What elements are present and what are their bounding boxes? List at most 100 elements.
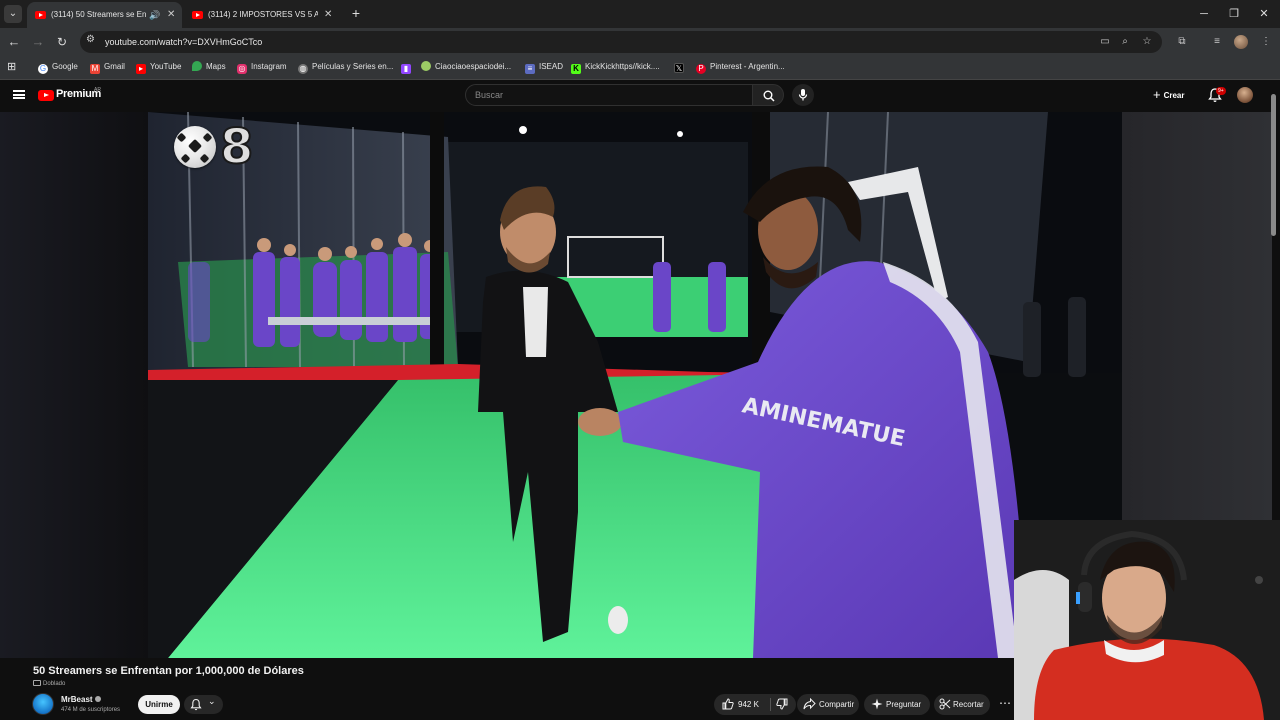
back-button[interactable]: ← <box>6 34 22 50</box>
share-label: Compartir <box>819 700 855 709</box>
tab-close-icon[interactable]: ✕ <box>167 2 175 28</box>
notifications-badge: 9+ <box>1216 87 1226 95</box>
verified-icon <box>94 696 101 702</box>
share-icon <box>803 698 816 710</box>
like-dislike-group: 942 K <box>714 694 796 715</box>
bookmarks-bar: ⊞ G Google M Gmail ▸ YouTube Maps ◎ Instagra… <box>0 56 1280 80</box>
install-app-icon[interactable]: ▭ <box>1097 34 1113 50</box>
gmail-icon: M <box>90 64 100 74</box>
google-icon: G <box>38 64 48 74</box>
join-button[interactable]: Unirme <box>138 695 180 714</box>
user-avatar[interactable] <box>1237 87 1253 103</box>
tab-title: (3114) 50 Streamers se Enfrentan por 1,0… <box>51 10 146 19</box>
create-button[interactable]: + Crear <box>1153 85 1197 105</box>
bookmark-instagram[interactable]: ◎ Instagram <box>237 56 287 78</box>
url-text: youtube.com/watch?v=DXVHmGoCTco <box>105 37 263 47</box>
video-title: 50 Streamers se Enfrentan por 1,000,000 … <box>33 665 304 677</box>
scissors-icon <box>939 698 951 710</box>
menu-hamburger-icon[interactable] <box>13 90 25 99</box>
youtube-favicon-icon <box>192 11 203 19</box>
tab-active[interactable]: (3114) 50 Streamers se Enfrentan por 1,0… <box>27 2 182 28</box>
reload-button[interactable]: ↻ <box>54 34 70 50</box>
dubbed-icon <box>33 680 41 686</box>
voice-search-button[interactable] <box>792 84 814 106</box>
theater-ambient-right <box>1122 112 1272 520</box>
clip-label: Recortar <box>953 700 984 709</box>
twitch-icon: ▮ <box>401 64 411 74</box>
page-scrollbar[interactable] <box>1271 94 1276 236</box>
ask-button[interactable]: Preguntar <box>864 694 930 715</box>
instagram-icon: ◎ <box>237 64 247 74</box>
tab-inactive[interactable]: (3114) 2 IMPOSTORES VS 5 ADIVINADORES ✕ <box>184 2 339 28</box>
site-icon <box>421 61 431 71</box>
theater-ambient-left <box>0 112 148 658</box>
more-actions-icon[interactable]: ⋯ <box>996 694 1014 715</box>
youtube-logo-icon[interactable] <box>38 90 54 101</box>
browser-tab-strip: ⌄ (3114) 50 Streamers se Enfrentan por 1… <box>0 0 1280 28</box>
tab-search-menu-icon[interactable]: ⌄ <box>4 5 22 23</box>
clip-button[interactable]: Recortar <box>934 694 990 715</box>
like-count[interactable]: 942 K <box>738 694 759 715</box>
search-placeholder: Buscar <box>475 90 504 100</box>
tab-title: (3114) 2 IMPOSTORES VS 5 ADIVINADORES <box>208 10 318 19</box>
sparkle-icon <box>871 698 883 710</box>
search-icon <box>763 90 775 102</box>
extensions-icon[interactable]: ⧉ <box>1174 34 1190 50</box>
youtube-favicon-icon <box>35 11 46 19</box>
bookmark-isead[interactable]: ≡ ISEAD <box>525 56 563 78</box>
isead-icon: ≡ <box>525 64 535 74</box>
x-icon: 𝕏 <box>674 63 684 73</box>
like-divider <box>770 698 771 711</box>
zoom-icon[interactable]: ⌕ <box>1117 34 1133 50</box>
subscriber-count: 474 M de suscriptores <box>61 707 121 713</box>
globe-icon: ◍ <box>298 64 308 74</box>
bookmark-twitch[interactable]: ▮ <box>401 56 415 78</box>
apps-grid-icon[interactable]: ⊞ <box>7 56 16 78</box>
browser-menu-icon[interactable]: ⋮ <box>1258 34 1274 50</box>
bookmark-gmail[interactable]: M Gmail <box>90 56 125 78</box>
webcam-scene <box>1014 520 1280 720</box>
soccer-ball-icon <box>174 126 216 168</box>
kick-icon: K <box>571 64 581 74</box>
bookmark-maps[interactable]: Maps <box>192 56 226 78</box>
channel-name[interactable]: MrBeast <box>61 695 101 704</box>
video-frame-scene: AMINEMATUE <box>148 112 1122 658</box>
like-icon[interactable] <box>722 698 734 710</box>
chevron-down-icon: ⌄ <box>208 696 216 706</box>
minimize-button[interactable]: ─ <box>1188 0 1220 28</box>
microphone-icon <box>798 89 808 101</box>
dislike-icon[interactable] <box>776 698 788 710</box>
bell-icon <box>190 698 202 711</box>
video-player[interactable]: AMINEMATUE <box>148 112 1122 658</box>
counter-number: 8 <box>219 118 254 176</box>
search-button[interactable] <box>752 84 784 106</box>
bookmark-kick[interactable]: K KickKickhttps//kick.... <box>571 56 660 78</box>
close-window-button[interactable]: ✕ <box>1248 0 1280 28</box>
forward-button[interactable]: → <box>30 34 46 50</box>
plus-icon: + <box>1153 87 1161 102</box>
search-input[interactable]: Buscar <box>465 84 753 106</box>
new-tab-button[interactable]: + <box>347 4 365 22</box>
speaker-icon[interactable]: 🔊 <box>149 2 160 28</box>
restore-button[interactable]: ❐ <box>1218 0 1250 28</box>
bookmark-peliculas[interactable]: ◍ Películas y Series en... <box>298 56 393 78</box>
maps-icon <box>192 61 202 71</box>
browser-profile-avatar[interactable] <box>1234 35 1248 49</box>
share-button[interactable]: Compartir <box>797 694 859 715</box>
site-info-icon[interactable]: ⚙ <box>86 34 95 45</box>
streamer-webcam-overlay <box>1014 520 1280 720</box>
channel-avatar[interactable] <box>32 693 54 715</box>
bookmark-youtube[interactable]: ▸ YouTube <box>136 56 181 78</box>
bookmark-ciaociao[interactable]: Ciaociaoespaciodei... <box>421 56 511 78</box>
media-control-icon[interactable]: ≡ <box>1209 34 1225 50</box>
address-bar[interactable]: ⚙ youtube.com/watch?v=DXVHmGoCTco ▭ ⌕ ☆ <box>80 31 1162 53</box>
bookmark-pinterest[interactable]: P Pinterest - Argentin... <box>696 56 785 78</box>
bookmark-x[interactable]: 𝕏 <box>674 56 688 78</box>
tab-close-icon[interactable]: ✕ <box>324 2 332 28</box>
subscribed-notifications-button[interactable]: ⌄ <box>184 695 223 714</box>
bookmark-google[interactable]: G Google <box>38 56 78 78</box>
ask-label: Preguntar <box>886 700 922 709</box>
dubbed-indicator: Doblado <box>33 679 65 689</box>
bookmark-star-icon[interactable]: ☆ <box>1139 34 1155 50</box>
create-label: Crear <box>1163 91 1185 100</box>
